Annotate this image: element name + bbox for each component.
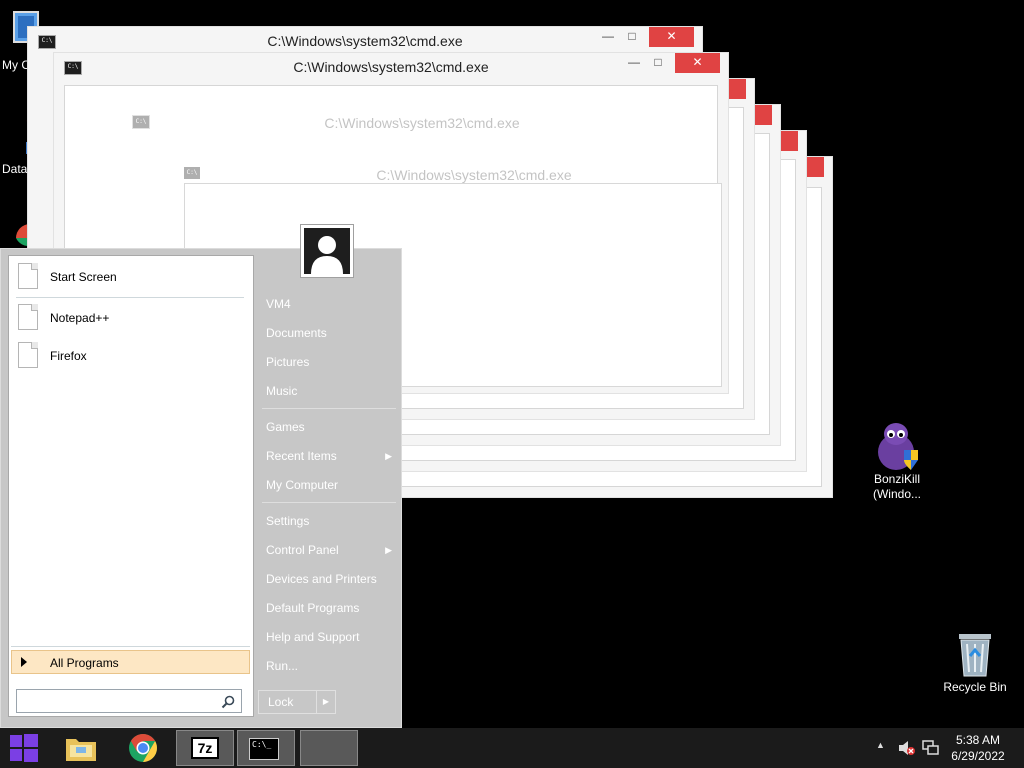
user-avatar[interactable]: [300, 224, 354, 278]
taskbar-empty-button[interactable]: [300, 730, 358, 766]
clock-date: 6/29/2022: [951, 749, 1005, 763]
search-input[interactable]: [21, 691, 215, 713]
bonzikill-desktop-icon[interactable]: BonziKill (Windo...: [857, 420, 937, 502]
start-right-pictures[interactable]: Pictures: [258, 349, 398, 375]
recycle-bin-desktop-icon[interactable]: Recycle Bin: [935, 630, 1015, 695]
submenu-arrow-icon: ▶: [385, 545, 392, 555]
desktop-icon-label: My C: [2, 58, 30, 72]
lock-label: Lock: [268, 695, 294, 709]
start-right-recent-items[interactable]: Recent Items ▶: [258, 443, 398, 469]
program-label: Notepad++: [50, 311, 110, 325]
firefox-item[interactable]: Firefox: [18, 342, 248, 372]
document-icon: [18, 342, 38, 368]
maximize-button[interactable]: □: [620, 27, 644, 47]
start-right-help-and-support[interactable]: Help and Support: [258, 624, 398, 650]
maximize-button[interactable]: □: [646, 53, 670, 73]
recycle-bin-icon: [959, 634, 991, 677]
folder-icon: [66, 739, 96, 761]
control-panel-label: Control Panel: [266, 543, 339, 557]
volume-muted-icon[interactable]: [898, 740, 916, 756]
desktop-icon-label: BonziKill: [873, 472, 921, 486]
divider: [16, 297, 244, 298]
user-silhouette-icon: [311, 236, 343, 274]
submenu-arrow-icon: ▶: [385, 451, 392, 461]
close-button[interactable]: ✕: [649, 27, 694, 47]
start-right-games[interactable]: Games: [258, 414, 398, 440]
notepad-plus-plus-item[interactable]: Notepad++: [18, 304, 248, 334]
program-label: Start Screen: [50, 270, 117, 284]
start-right-run[interactable]: Run...: [258, 653, 398, 679]
taskbar: 7z C:\_ ▲ 5:38 AM 6/29/2022: [0, 728, 1024, 768]
desktop-icon-label: Recycle Bin: [943, 680, 1007, 694]
taskbar-file-explorer[interactable]: [58, 730, 104, 766]
lock-button[interactable]: Lock ▶: [258, 690, 336, 714]
start-search-field[interactable]: [16, 689, 242, 713]
clock-time: 5:38 AM: [955, 733, 1001, 747]
start-right-devices-and-printers[interactable]: Devices and Printers: [258, 566, 398, 592]
desktop-icon-label: Data: [2, 162, 28, 176]
all-programs-label: All Programs: [50, 656, 119, 670]
minimize-button[interactable]: —: [596, 27, 620, 47]
7zip-icon: 7z: [191, 737, 219, 759]
start-right-music[interactable]: Music: [258, 378, 398, 404]
bonzi-gorilla-icon: [878, 423, 918, 470]
start-right-settings[interactable]: Settings: [258, 508, 398, 534]
cmd-icon: C:\_: [249, 738, 279, 760]
start-button[interactable]: [0, 730, 48, 766]
ghost-window-titlebar: C:\ C:\Windows\system32\cmd.exe: [122, 107, 722, 135]
windows-logo-icon: [10, 734, 38, 762]
show-hidden-icons-arrow[interactable]: ▲: [876, 740, 885, 750]
program-label: Firefox: [50, 349, 87, 363]
taskbar-chrome[interactable]: [120, 730, 166, 766]
lock-options-arrow[interactable]: ▶: [316, 691, 335, 713]
close-button[interactable]: ✕: [675, 53, 720, 73]
start-right-vm4[interactable]: VM4: [258, 291, 398, 317]
taskbar-cmd[interactable]: C:\_: [237, 730, 295, 766]
window-title: C:\Windows\system32\cmd.exe: [376, 167, 572, 183]
start-right-control-panel[interactable]: Control Panel ▶: [258, 537, 398, 563]
divider: [262, 502, 396, 503]
network-icon[interactable]: [921, 740, 939, 756]
divider: [11, 646, 250, 647]
start-screen-item[interactable]: Start Screen: [18, 263, 248, 293]
start-right-default-programs[interactable]: Default Programs: [258, 595, 398, 621]
triangle-right-icon: [21, 657, 27, 667]
desktop-icon-label: (Windo...: [872, 487, 921, 501]
all-programs-button[interactable]: All Programs: [11, 650, 250, 674]
start-right-documents[interactable]: Documents: [258, 320, 398, 346]
window-title: C:\Windows\system32\cmd.exe: [324, 115, 520, 131]
document-icon: [18, 304, 38, 330]
minimize-button[interactable]: —: [622, 53, 646, 73]
search-icon[interactable]: [221, 695, 235, 709]
recent-items-label: Recent Items: [266, 449, 337, 463]
chrome-icon: [129, 734, 157, 762]
taskbar-clock[interactable]: 5:38 AM 6/29/2022: [946, 732, 1010, 764]
divider: [262, 408, 396, 409]
taskbar-7zip[interactable]: 7z: [176, 730, 234, 766]
start-right-my-computer[interactable]: My Computer: [258, 472, 398, 498]
document-icon: [18, 263, 38, 289]
